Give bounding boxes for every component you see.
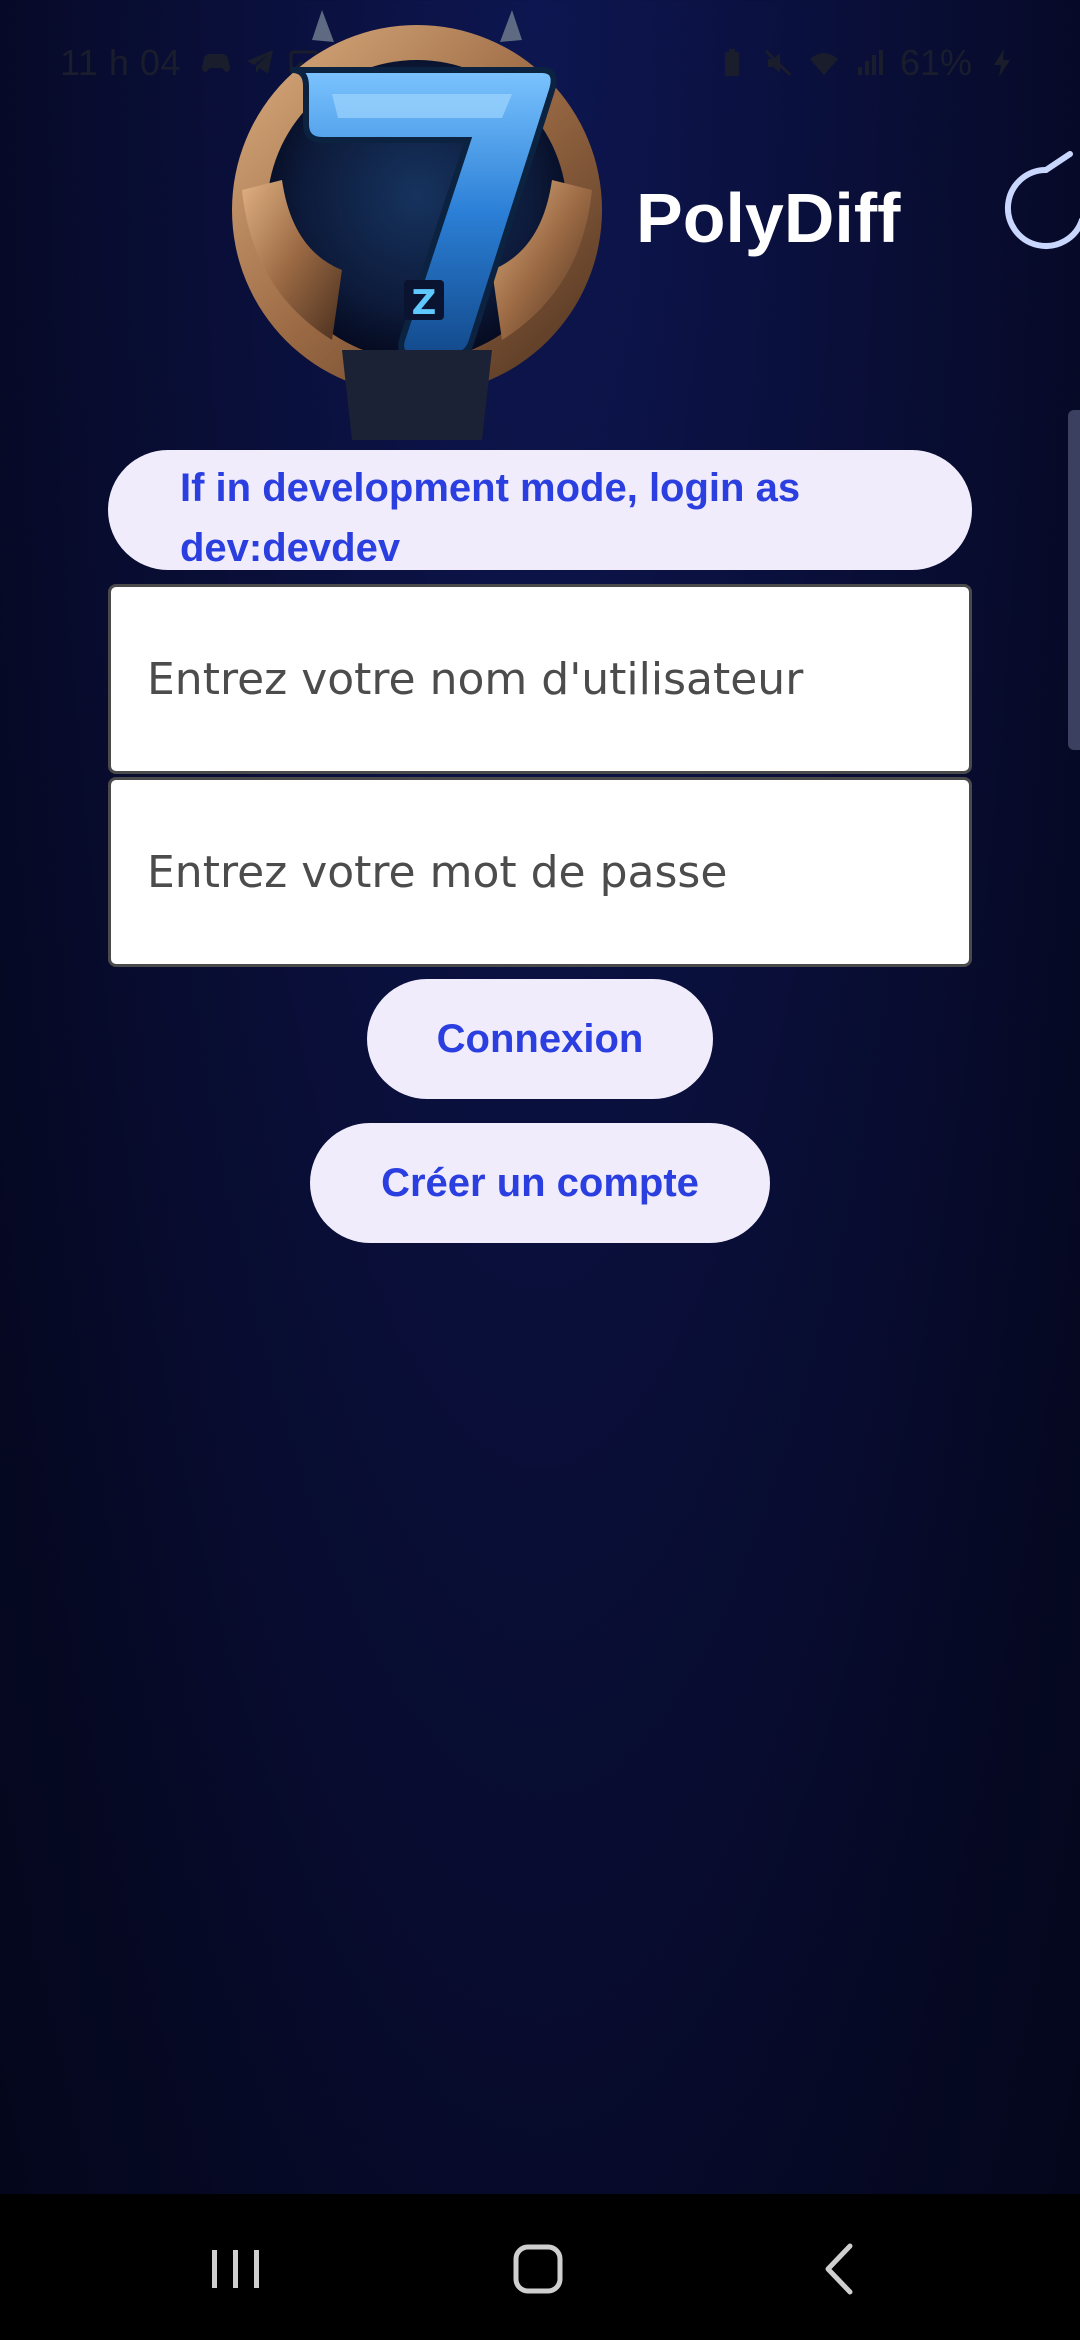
charging-icon — [994, 49, 1010, 77]
create-account-button[interactable]: Créer un compte — [310, 1123, 770, 1243]
status-system-icons: 61% — [716, 42, 1018, 84]
username-input[interactable] — [111, 587, 969, 771]
password-input[interactable] — [111, 780, 969, 964]
login-button[interactable]: Connexion — [367, 979, 713, 1099]
password-field[interactable] — [108, 777, 972, 967]
battery-saver-icon — [724, 49, 739, 76]
home-icon[interactable] — [498, 2234, 578, 2304]
svg-text:Z: Z — [412, 283, 437, 323]
app-title: PolyDiff — [636, 179, 901, 257]
signal-icon — [857, 50, 883, 75]
dev-mode-notice: If in development mode, login as dev:dev… — [108, 450, 972, 570]
back-icon[interactable] — [800, 2234, 880, 2304]
wifi-icon — [809, 53, 838, 75]
username-field[interactable] — [108, 584, 972, 774]
status-time: 11 h 04 — [60, 42, 181, 83]
loading-spinner-icon — [1004, 151, 1080, 249]
system-nav-bar — [0, 2194, 1080, 2340]
mute-icon — [764, 49, 791, 77]
recents-icon[interactable] — [196, 2234, 276, 2304]
seven-emblem-logo: Z — [232, 10, 602, 440]
scroll-indicator[interactable] — [1068, 410, 1080, 750]
battery-percentage: 61% — [899, 42, 972, 83]
